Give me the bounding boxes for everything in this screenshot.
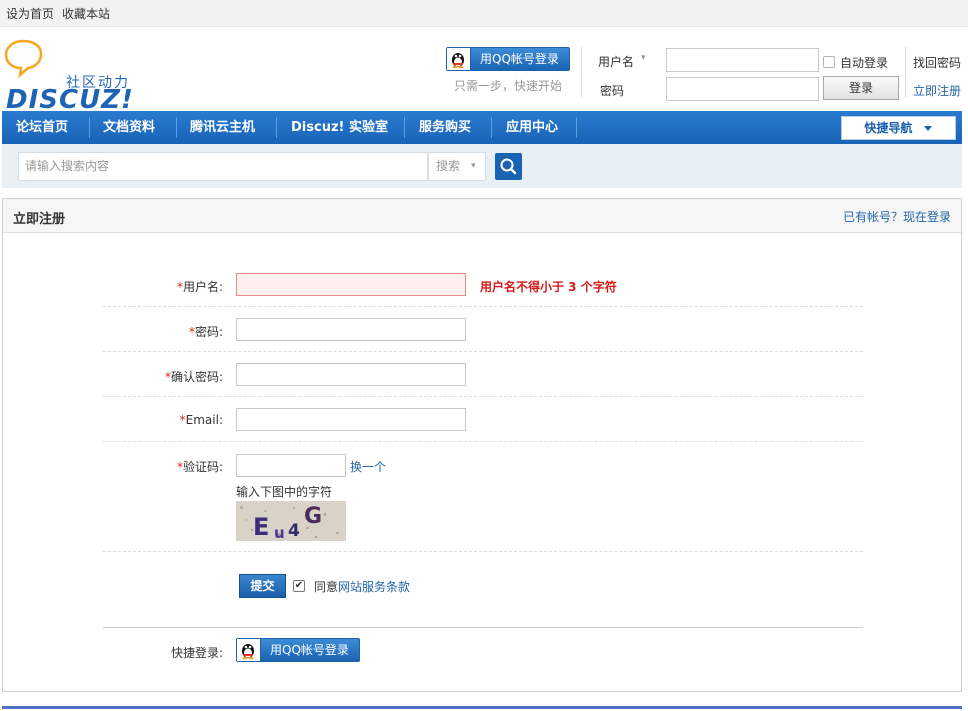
- qq-login-subtitle: 只需一步，快速开始: [454, 79, 563, 93]
- qq-login-button[interactable]: 用QQ帐号登录: [446, 47, 570, 71]
- chevron-down-icon[interactable]: ▾: [641, 53, 646, 63]
- register-link[interactable]: 立即注册: [913, 82, 961, 99]
- svg-text:E: E: [253, 513, 269, 541]
- quick-nav-button[interactable]: 快捷导航: [841, 116, 956, 140]
- captcha-graphic: E u 4 G: [236, 501, 346, 541]
- svg-text:G: G: [304, 504, 322, 529]
- discuz-logo[interactable]: 社区动力 DISCUZ!: [2, 39, 137, 115]
- agree-prefix: 同意: [314, 580, 339, 594]
- confirm-password-label-text: 确认密码:: [170, 370, 223, 384]
- section-divider: [103, 627, 863, 628]
- find-password-link[interactable]: 找回密码: [913, 54, 961, 71]
- caret-down-icon: [923, 126, 932, 131]
- terms-of-service-link[interactable]: 网站服务条款: [338, 580, 410, 594]
- agree-terms-checkbox[interactable]: ✔: [293, 580, 305, 592]
- row-divider: [103, 441, 863, 442]
- password-label-text: 密码:: [194, 325, 223, 339]
- row-divider: [103, 396, 863, 397]
- email-label-text: Email:: [185, 413, 223, 427]
- row-divider: [103, 306, 863, 307]
- auto-login-label[interactable]: 自动登录: [840, 54, 888, 71]
- qq-login-label: 用QQ帐号登录: [480, 52, 559, 66]
- quick-login-label: 快捷登录:: [171, 646, 224, 660]
- footer-divider: [2, 706, 962, 709]
- qq-penguin-icon: [237, 639, 261, 661]
- password-label: 密码: [600, 84, 625, 98]
- confirm-password-label: *确认密码:: [123, 368, 223, 385]
- nav-divider: [276, 117, 277, 138]
- submit-button[interactable]: 提交: [239, 574, 286, 598]
- chevron-down-icon: ▾: [471, 161, 476, 171]
- nav-item-app-center[interactable]: 应用中心: [506, 111, 558, 144]
- bookmark-site-link[interactable]: 收藏本站: [62, 5, 110, 22]
- username-label: *用户名:: [123, 278, 223, 295]
- password-field[interactable]: [236, 318, 466, 341]
- set-homepage-link[interactable]: 设为首页: [6, 5, 54, 22]
- refresh-captcha-link[interactable]: 换一个: [350, 458, 386, 475]
- auto-login-checkbox[interactable]: [823, 56, 835, 68]
- qq-quick-login-button[interactable]: 用QQ帐号登录: [236, 638, 360, 662]
- search-button[interactable]: [495, 153, 522, 180]
- search-bar: 请输入搜索内容 搜索 ▾: [2, 144, 962, 188]
- username-error: 用户名不得小于 3 个字符: [480, 280, 617, 294]
- email-field[interactable]: [236, 408, 466, 431]
- captcha-hint: 输入下图中的字符: [236, 485, 333, 499]
- confirm-password-field[interactable]: [236, 363, 466, 386]
- nav-item-forum-home[interactable]: 论坛首页: [16, 111, 68, 144]
- username-type-select[interactable]: 用户名: [598, 53, 634, 70]
- captcha-label-text: 验证码:: [182, 460, 223, 474]
- row-divider: [103, 551, 863, 552]
- username-field[interactable]: [236, 273, 466, 296]
- nav-item-lab[interactable]: Discuz! 实验室: [291, 111, 388, 144]
- search-input[interactable]: 请输入搜索内容: [18, 152, 428, 181]
- nav-item-docs[interactable]: 文档资料: [103, 111, 155, 144]
- password-label: *密码:: [123, 323, 223, 340]
- captcha-label: *验证码:: [123, 458, 223, 475]
- search-type-label: 搜索: [436, 159, 461, 173]
- nav-divider: [576, 117, 577, 138]
- captcha-field[interactable]: [236, 454, 346, 477]
- captcha-image[interactable]: E u 4 G: [236, 501, 346, 541]
- register-panel: 立即注册 已有帐号？现在登录 *用户名: 用户名不得小于 3 个字符 *密码: …: [2, 198, 962, 692]
- header-username-input[interactable]: [666, 48, 819, 72]
- divider: [905, 47, 906, 97]
- svg-text:4: 4: [288, 521, 300, 541]
- username-label-text: 用户名:: [182, 280, 223, 294]
- panel-header: 立即注册 已有帐号？现在登录: [3, 199, 961, 233]
- header: 社区动力 DISCUZ! 用QQ帐号登录 只需一步，快速开始 用户名 ▾ 密码 …: [0, 27, 968, 115]
- svg-text:u: u: [274, 524, 285, 541]
- top-bar: 设为首页 收藏本站: [0, 0, 968, 27]
- email-label: *Email:: [123, 413, 223, 427]
- nav-divider: [89, 117, 90, 138]
- nav-item-service-purchase[interactable]: 服务购买: [419, 111, 471, 144]
- existing-account-login-link[interactable]: 已有帐号？现在登录: [843, 208, 951, 225]
- nav-divider: [176, 117, 177, 138]
- row-divider: [103, 351, 863, 352]
- divider: [581, 47, 582, 97]
- qq-login-label: 用QQ帐号登录: [270, 643, 349, 657]
- search-icon: [500, 158, 517, 175]
- quick-nav-label: 快捷导航: [864, 121, 913, 135]
- header-password-input[interactable]: [666, 77, 819, 101]
- page-title: 立即注册: [13, 212, 66, 227]
- nav-divider: [404, 117, 405, 138]
- nav-divider: [491, 117, 492, 138]
- search-type-select[interactable]: 搜索 ▾: [428, 152, 486, 181]
- nav-item-tencent-cloud[interactable]: 腾讯云主机: [190, 111, 255, 144]
- main-nav: 论坛首页 文档资料 腾讯云主机 Discuz! 实验室 服务购买 应用中心 快捷…: [2, 111, 962, 144]
- login-button[interactable]: 登录: [823, 76, 899, 100]
- agree-terms-text: 同意网站服务条款: [314, 578, 410, 595]
- qq-penguin-icon: [447, 48, 471, 70]
- speech-bubble-icon: [4, 39, 43, 79]
